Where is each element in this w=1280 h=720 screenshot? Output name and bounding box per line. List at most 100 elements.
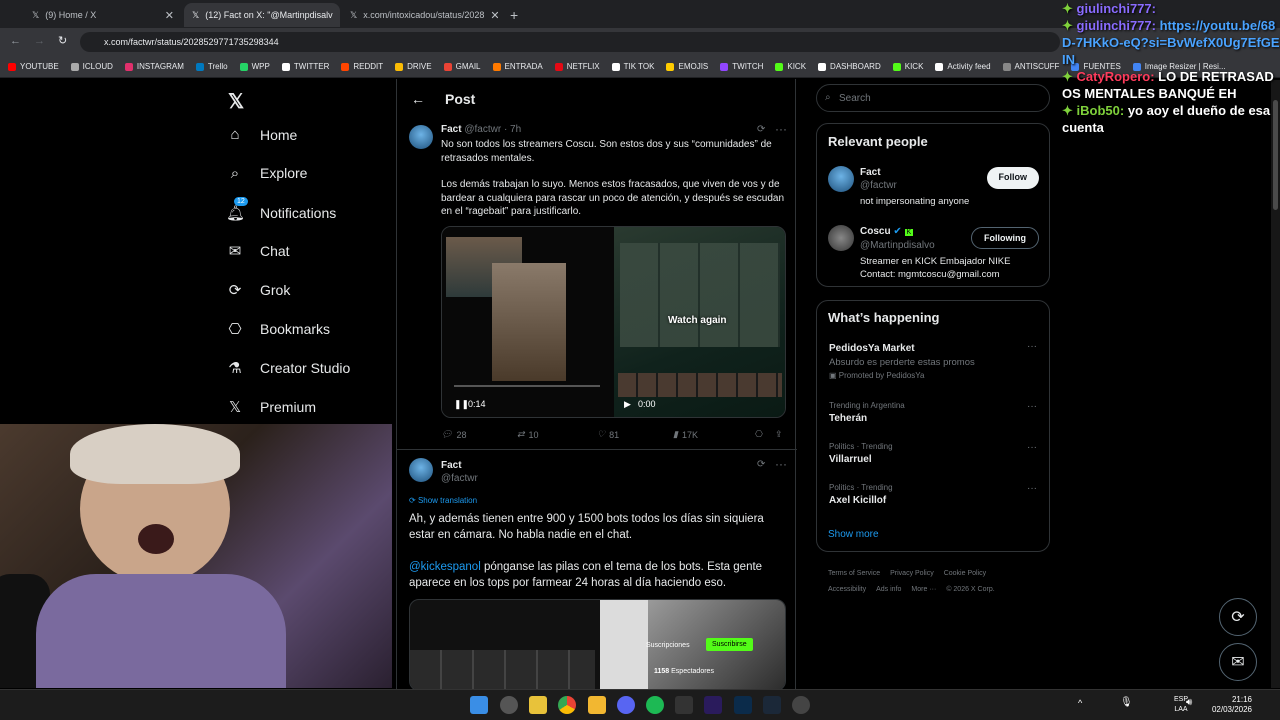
- footer-link[interactable]: More ···: [911, 586, 936, 593]
- windows-start-icon[interactable]: [470, 696, 488, 714]
- bookmark-item[interactable]: EMOJIS: [666, 62, 708, 71]
- bookmark-item[interactable]: KICK: [775, 62, 806, 71]
- footer-link[interactable]: Accessibility: [828, 586, 866, 593]
- back-icon[interactable]: ←: [10, 35, 21, 47]
- footer-link[interactable]: Ads info: [876, 586, 901, 593]
- more-icon[interactable]: ···: [1027, 401, 1037, 412]
- browser-tab-intoxicadou[interactable]: 𝕏 x.com/intoxicadou/status/2028 ✕: [342, 3, 498, 27]
- video-right[interactable]: Watch again ▶ 0:00: [614, 227, 785, 417]
- show-translation-link[interactable]: ⟳ Show translation: [409, 496, 477, 505]
- chrome-icon[interactable]: [558, 696, 576, 714]
- author-name[interactable]: Fact: [441, 459, 478, 472]
- browser-tab-home[interactable]: 𝕏 (9) Home / X ✕: [24, 3, 182, 27]
- trend-item[interactable]: Trending in Argentina Teherán: [829, 401, 905, 424]
- trend-item[interactable]: Politics · Trending Villarruel: [829, 442, 893, 465]
- clock[interactable]: 21:16 02/03/2026: [1212, 695, 1252, 715]
- trend-item[interactable]: PedidosYa Market Absurdo es perderte est…: [829, 343, 975, 380]
- mic-icon[interactable]: 🎙︎: [1120, 697, 1133, 708]
- back-arrow-icon[interactable]: ←: [411, 91, 425, 107]
- reply-button[interactable]: 💬︎ 28: [441, 429, 517, 440]
- author-name[interactable]: Fact: [441, 124, 462, 135]
- more-icon[interactable]: ···: [1027, 442, 1037, 453]
- scrollbar[interactable]: [1271, 80, 1280, 688]
- avatar[interactable]: [409, 125, 433, 149]
- browser-tab-fact[interactable]: 𝕏 (12) Fact on X: "@Martinpdisalv ✕: [184, 3, 340, 27]
- repost-button[interactable]: ⇄ 10: [517, 429, 597, 440]
- spotify-icon[interactable]: [646, 696, 664, 714]
- follow-button[interactable]: Follow: [986, 167, 1039, 189]
- bookmark-item[interactable]: NETFLIX: [554, 62, 600, 71]
- footer-link[interactable]: Terms of Service: [828, 570, 880, 577]
- following-button[interactable]: Following: [971, 227, 1039, 249]
- folder-icon[interactable]: [588, 696, 606, 714]
- sidebar-item-grok[interactable]: ⟳ Grok: [226, 281, 291, 299]
- avatar[interactable]: [409, 458, 433, 482]
- trend-item[interactable]: Politics · Trending Axel Kicillof: [829, 483, 893, 506]
- forward-icon[interactable]: →: [34, 35, 45, 47]
- play-icon[interactable]: ▶: [624, 399, 631, 410]
- bookmark-item[interactable]: INSTAGRAM: [124, 62, 184, 71]
- chevron-up-icon[interactable]: ^: [1078, 698, 1082, 708]
- bookmark-item[interactable]: DRIVE: [395, 62, 432, 71]
- new-tab-button[interactable]: +: [502, 3, 522, 27]
- share-icon[interactable]: ⇪: [775, 429, 783, 440]
- sticky-notes-icon[interactable]: [529, 696, 547, 714]
- more-icon[interactable]: ···: [1027, 483, 1037, 494]
- show-more-link[interactable]: Show more: [828, 529, 879, 540]
- bookmark-icon[interactable]: ⎔: [755, 429, 775, 440]
- bookmark-item[interactable]: WPP: [239, 62, 270, 71]
- views-button[interactable]: ▮ 17K: [673, 429, 755, 440]
- grok-fab[interactable]: ⟳: [1219, 598, 1257, 636]
- close-icon[interactable]: ✕: [165, 9, 174, 22]
- more-icon[interactable]: ···: [775, 457, 787, 471]
- language-indicator[interactable]: ESP LAA: [1174, 695, 1188, 715]
- app-icon[interactable]: [675, 696, 693, 714]
- close-icon[interactable]: ✕: [339, 9, 340, 22]
- photoshop-icon[interactable]: [734, 696, 752, 714]
- footer-link[interactable]: © 2026 X Corp.: [946, 586, 994, 593]
- person-name[interactable]: Coscu: [860, 226, 891, 237]
- close-icon[interactable]: ✕: [490, 9, 498, 22]
- footer-link[interactable]: Cookie Policy: [944, 570, 986, 577]
- steam-icon[interactable]: [763, 696, 781, 714]
- person-name[interactable]: Fact: [860, 166, 969, 179]
- grok-icon[interactable]: ⟳: [757, 459, 765, 470]
- bookmark-item[interactable]: YOUTUBE: [8, 62, 59, 71]
- bookmark-item[interactable]: KICK: [892, 62, 923, 71]
- video-left[interactable]: ❚❚ 0:14: [442, 227, 614, 417]
- video-progress[interactable]: [454, 385, 600, 387]
- grok-icon[interactable]: ⟳: [757, 124, 765, 135]
- pause-icon[interactable]: ❚❚: [454, 399, 469, 410]
- bookmark-item[interactable]: DASHBOARD: [818, 62, 881, 71]
- bookmark-item[interactable]: REDDIT: [341, 62, 383, 71]
- more-icon[interactable]: ···: [1027, 341, 1037, 352]
- watch-again-button[interactable]: Watch again: [668, 315, 727, 326]
- bookmark-item[interactable]: TWITTER: [281, 62, 329, 71]
- avatar[interactable]: [828, 225, 854, 251]
- discord-icon[interactable]: [617, 696, 635, 714]
- bookmark-item[interactable]: TWITCH: [720, 62, 763, 71]
- tweet-media[interactable]: Suscripciones Suscribirse 1158 Espectado…: [409, 599, 786, 689]
- premiere-icon[interactable]: [704, 696, 722, 714]
- url-field[interactable]: x.com/factwr/status/2028529771735298344: [80, 32, 1060, 52]
- x-logo-icon[interactable]: 𝕏: [228, 89, 244, 114]
- bookmark-item[interactable]: ANTISCUFF: [1002, 62, 1059, 71]
- app-icon[interactable]: [500, 696, 518, 714]
- bookmark-item[interactable]: ICLOUD: [70, 62, 113, 71]
- app-icon[interactable]: [792, 696, 810, 714]
- sidebar-item-premium[interactable]: 𝕏 Premium: [226, 398, 316, 416]
- more-icon[interactable]: ···: [775, 122, 787, 136]
- messages-fab[interactable]: ✉: [1219, 643, 1257, 681]
- bookmark-item[interactable]: TIK TOK: [611, 62, 654, 71]
- bookmark-item[interactable]: GMAIL: [443, 62, 481, 71]
- bookmark-item[interactable]: ENTRADA: [492, 62, 543, 71]
- reload-icon[interactable]: ↻: [58, 34, 67, 47]
- avatar[interactable]: [828, 166, 854, 192]
- sidebar-item-bookmarks[interactable]: ⎔ Bookmarks: [226, 320, 330, 338]
- sidebar-item-explore[interactable]: ⌕ Explore: [226, 165, 308, 182]
- like-button[interactable]: ♡ 81: [597, 429, 673, 440]
- sidebar-item-creator-studio[interactable]: ⚗ Creator Studio: [226, 359, 350, 377]
- sidebar-item-chat[interactable]: ✉ Chat: [226, 242, 290, 260]
- bookmark-item[interactable]: Trello: [195, 62, 228, 71]
- sidebar-item-home[interactable]: ⌂ Home: [226, 126, 297, 143]
